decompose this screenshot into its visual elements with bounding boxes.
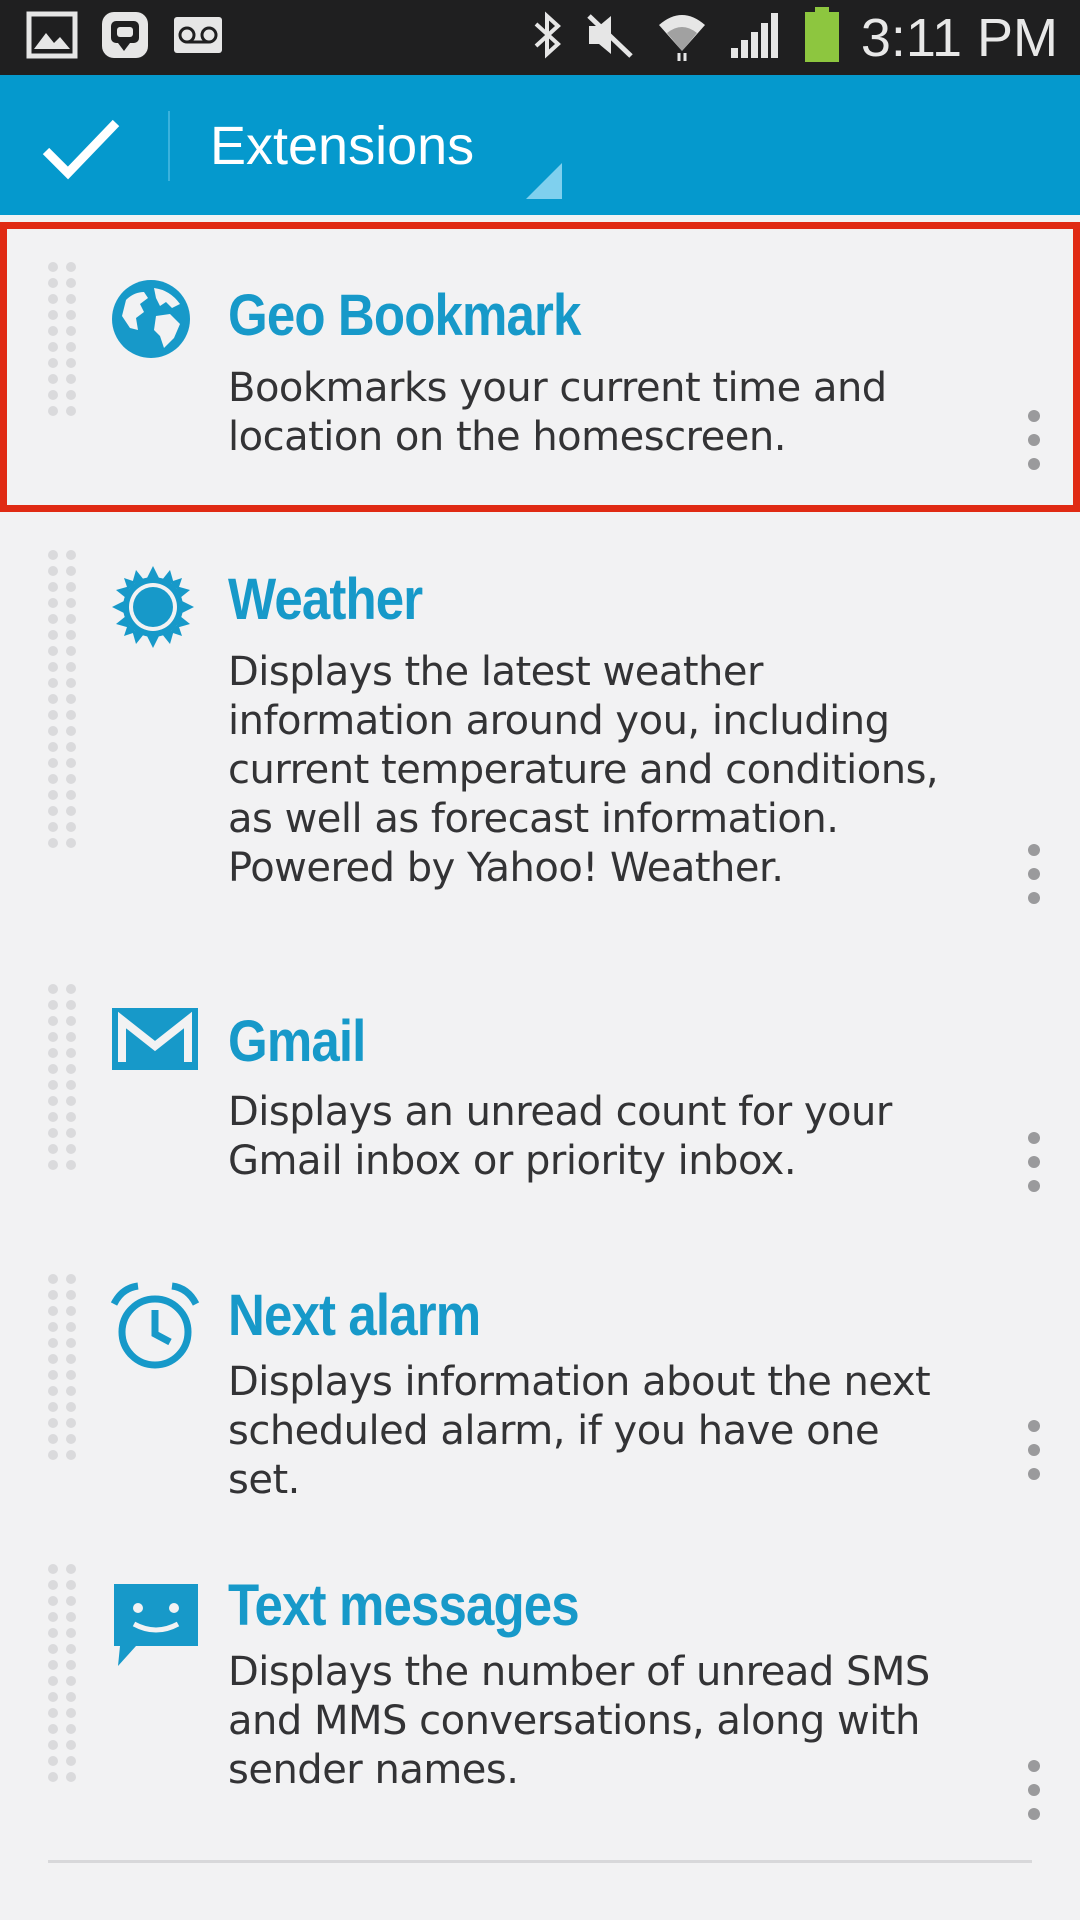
action-bar: Extensions bbox=[0, 75, 1080, 215]
check-icon bbox=[42, 119, 120, 180]
extension-item-next-alarm[interactable]: Next alarm Displays information about th… bbox=[0, 1270, 1080, 1540]
extension-item-weather[interactable]: Weather Displays the latest weather info… bbox=[0, 530, 1080, 950]
bluetooth-icon bbox=[531, 10, 563, 65]
extension-description: Displays the number of unread SMS and MM… bbox=[228, 1649, 930, 1793]
drag-handle[interactable] bbox=[48, 550, 78, 848]
extension-title: Next alarm bbox=[228, 1283, 481, 1348]
spinner-indicator-icon bbox=[526, 163, 562, 199]
wifi-icon bbox=[655, 9, 709, 66]
voicemail-icon bbox=[172, 15, 224, 60]
drag-handle[interactable] bbox=[48, 262, 78, 416]
drag-handle[interactable] bbox=[48, 1274, 78, 1460]
confirm-button[interactable] bbox=[36, 103, 126, 193]
action-bar-divider bbox=[168, 111, 170, 181]
messenger-icon bbox=[100, 10, 150, 65]
gmail-icon bbox=[110, 1006, 202, 1098]
extension-description: Displays the latest weather information … bbox=[228, 649, 939, 891]
list-divider bbox=[48, 1860, 1032, 1863]
page-title[interactable]: Extensions bbox=[210, 115, 474, 177]
extension-item-gmail[interactable]: Gmail Displays an unread count for your … bbox=[0, 980, 1080, 1250]
battery-icon bbox=[803, 7, 841, 68]
alarm-clock-icon bbox=[110, 1282, 202, 1374]
extension-title: Text messages bbox=[228, 1573, 580, 1638]
overflow-menu-button[interactable] bbox=[1014, 1132, 1054, 1192]
overflow-menu-button[interactable] bbox=[1014, 1420, 1054, 1480]
clock-time: 3:11 PM bbox=[860, 7, 1058, 68]
overflow-menu-button[interactable] bbox=[1014, 1760, 1054, 1820]
overflow-menu-button[interactable] bbox=[1014, 844, 1054, 904]
drag-handle[interactable] bbox=[48, 1564, 78, 1782]
extension-item-geo-bookmark[interactable]: Geo Bookmark Bookmarks your current time… bbox=[0, 222, 1080, 512]
signal-icon bbox=[729, 10, 783, 65]
chat-bubble-icon bbox=[110, 1580, 202, 1672]
sun-icon bbox=[110, 564, 202, 656]
extension-title: Gmail bbox=[228, 1009, 366, 1074]
drag-handle[interactable] bbox=[48, 984, 78, 1170]
extension-description: Displays an unread count for your Gmail … bbox=[228, 1089, 892, 1184]
extension-title: Weather bbox=[228, 567, 423, 632]
extension-description: Displays information about the next sche… bbox=[228, 1359, 931, 1503]
gallery-icon bbox=[26, 11, 78, 64]
extension-description: Bookmarks your current time and location… bbox=[228, 365, 887, 460]
status-bar: 3:11 PM bbox=[0, 0, 1080, 75]
overflow-menu-button[interactable] bbox=[1014, 410, 1054, 470]
mute-icon bbox=[583, 10, 635, 65]
globe-icon bbox=[110, 278, 202, 370]
extension-title: Geo Bookmark bbox=[228, 283, 581, 348]
extension-item-text-messages[interactable]: Text messages Displays the number of unr… bbox=[0, 1560, 1080, 1860]
